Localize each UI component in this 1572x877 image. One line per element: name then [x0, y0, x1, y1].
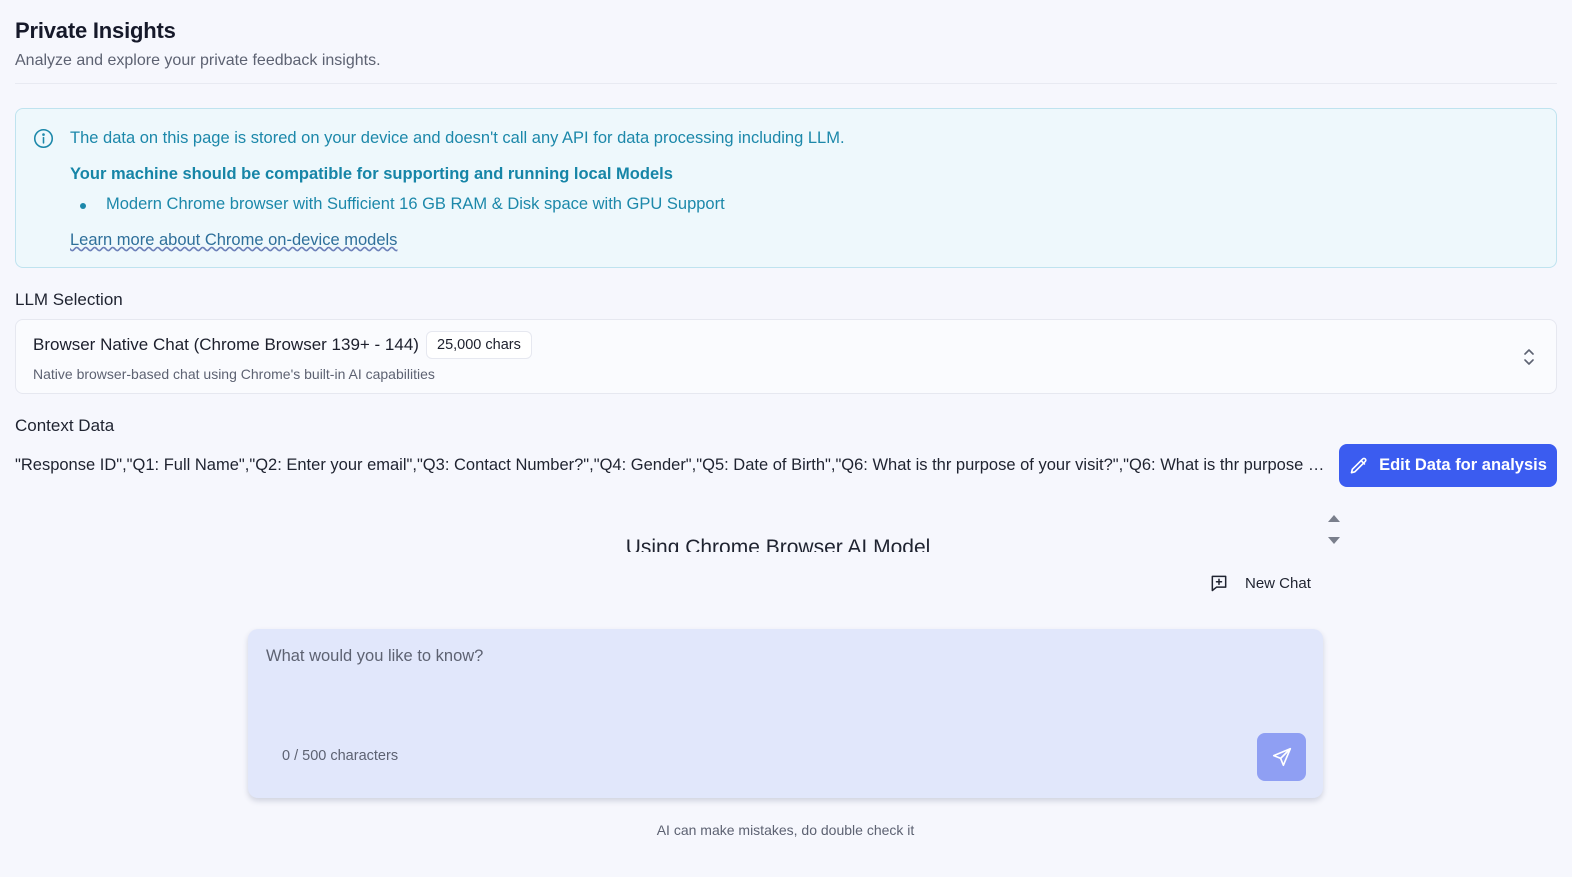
- message-plus-icon: [1211, 575, 1227, 592]
- page: Private Insights Analyze and explore you…: [0, 0, 1572, 877]
- new-chat-label: New Chat: [1245, 574, 1311, 592]
- scroll-up-arrow-icon[interactable]: [1326, 512, 1342, 524]
- edit-data-button-label: Edit Data for analysis: [1379, 456, 1547, 474]
- llm-description: Native browser-based chat using Chrome's…: [33, 366, 435, 382]
- chat-heading: Using Chrome Browser AI Model: [625, 536, 931, 552]
- llm-selected-name: Browser Native Chat (Chrome Browser 139+…: [33, 335, 419, 354]
- llm-select-dropdown[interactable]: Browser Native Chat (Chrome Browser 139+…: [15, 319, 1557, 394]
- character-counter: 0 / 500 characters: [282, 748, 399, 764]
- llm-selection-label: LLM Selection: [15, 290, 123, 309]
- ai-disclaimer: AI can make mistakes, do double check it: [656, 822, 915, 838]
- page-header: Private Insights Analyze and explore you…: [15, 0, 1557, 84]
- context-data-preview: "Response ID","Q1: Full Name","Q2: Enter…: [15, 456, 1325, 474]
- chat-composer: 0 / 500 characters: [248, 629, 1323, 798]
- context-data-label: Context Data: [15, 416, 115, 435]
- send-button[interactable]: [1257, 733, 1306, 781]
- privacy-info-banner: The data on this page is stored on your …: [15, 108, 1557, 268]
- llm-char-limit-badge: 25,000 chars: [426, 331, 532, 359]
- send-icon: [1272, 747, 1291, 767]
- info-storage-notice: The data on this page is stored on your …: [70, 129, 845, 147]
- info-requirement-item: Modern Chrome browser with Sufficient 16…: [80, 195, 725, 213]
- edit-data-button[interactable]: Edit Data for analysis: [1339, 444, 1557, 487]
- pencil-icon: [1350, 457, 1367, 473]
- chat-input[interactable]: [266, 647, 1296, 737]
- scroll-down-arrow-icon[interactable]: [1326, 535, 1342, 547]
- info-icon: [33, 128, 54, 149]
- new-chat-button[interactable]: New Chat: [1209, 571, 1311, 595]
- page-subtitle: Analyze and explore your private feedbac…: [15, 52, 381, 69]
- page-title: Private Insights: [15, 18, 176, 43]
- info-compatibility-heading: Your machine should be compatible for su…: [70, 165, 673, 183]
- learn-more-link[interactable]: Learn more about Chrome on-device models: [70, 231, 397, 250]
- chat-messages-area[interactable]: Using Chrome Browser AI Model: [248, 508, 1345, 552]
- chevron-up-down-icon: [1524, 349, 1534, 365]
